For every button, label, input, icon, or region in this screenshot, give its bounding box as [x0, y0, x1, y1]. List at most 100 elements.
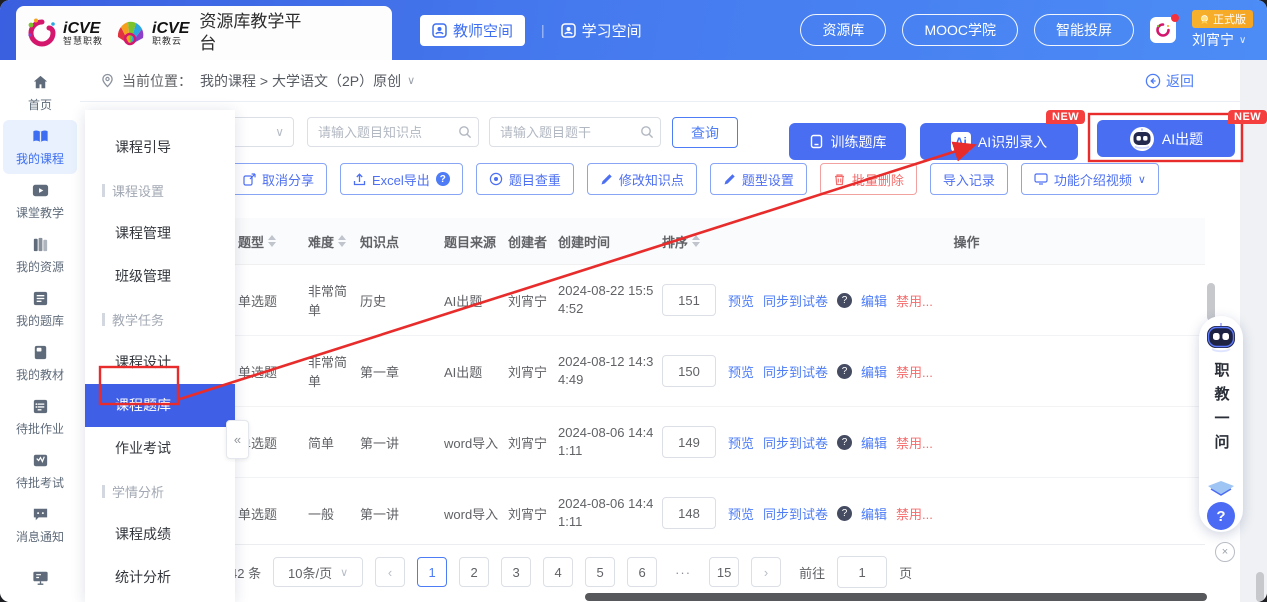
- duplicate-check-button[interactable]: 题目查重: [476, 163, 574, 195]
- action-sync-to-paper[interactable]: 同步到试卷: [763, 504, 828, 523]
- smart-cast-button[interactable]: 智能投屏: [1034, 14, 1134, 46]
- menu-item-course-grades[interactable]: 课程成绩: [85, 513, 235, 556]
- page-button-5[interactable]: 5: [585, 557, 615, 587]
- cancel-share-icon: [243, 173, 256, 186]
- menu-item-course-design[interactable]: 课程设计: [85, 341, 235, 384]
- question-stem-input[interactable]: [489, 117, 661, 147]
- action-sync-to-paper[interactable]: 同步到试卷: [763, 291, 828, 310]
- action-disable[interactable]: 禁用...: [896, 291, 933, 310]
- sync-help-icon[interactable]: ?: [837, 364, 852, 379]
- sync-help-icon[interactable]: ?: [837, 435, 852, 450]
- action-disable[interactable]: 禁用...: [896, 504, 933, 523]
- assistant-widget[interactable]: 职教一问 ?: [1199, 316, 1243, 532]
- assistant-close-button[interactable]: ×: [1215, 542, 1235, 562]
- table-vertical-scrollbar[interactable]: [1207, 283, 1215, 321]
- page-button-15[interactable]: 15: [709, 557, 739, 587]
- action-disable[interactable]: 禁用...: [896, 362, 933, 381]
- sort-icon[interactable]: [268, 235, 276, 247]
- action-sync-to-paper[interactable]: 同步到试卷: [763, 362, 828, 381]
- col-difficulty[interactable]: 难度: [300, 232, 352, 251]
- col-order[interactable]: 排序: [654, 232, 720, 251]
- order-input[interactable]: [662, 426, 716, 458]
- action-preview[interactable]: 预览: [728, 291, 754, 310]
- action-edit[interactable]: 编辑: [861, 433, 887, 452]
- nav-student-space[interactable]: 学习空间: [561, 20, 642, 41]
- sidebar-item-messages[interactable]: 消息通知: [0, 498, 80, 552]
- page-button-6[interactable]: 6: [627, 557, 657, 587]
- breadcrumb-path[interactable]: 我的课程 > 大学语文（2P）原创 ∨: [200, 71, 415, 91]
- cancel-share-button[interactable]: 取消分享: [230, 163, 327, 195]
- sort-icon[interactable]: [338, 235, 346, 247]
- training-bank-button[interactable]: 训练题库: [789, 123, 906, 160]
- cell-knowledge: 第一章: [352, 362, 436, 381]
- ai-question-gen-button[interactable]: AI出题: [1097, 120, 1235, 157]
- sidebar-item-classroom-teaching[interactable]: 课堂教学: [0, 174, 80, 228]
- menu-item-homework-exam[interactable]: 作业考试: [85, 427, 235, 470]
- action-disable[interactable]: 禁用...: [896, 433, 933, 452]
- cell-created: 2024-08-12 14:34:49: [550, 353, 654, 389]
- action-preview[interactable]: 预览: [728, 433, 754, 452]
- page-button-1[interactable]: 1: [417, 557, 447, 587]
- type-setting-button[interactable]: 题型设置: [710, 163, 807, 195]
- order-input[interactable]: [662, 497, 716, 529]
- action-edit[interactable]: 编辑: [861, 291, 887, 310]
- goto-page-input[interactable]: [837, 556, 887, 588]
- menu-item-course-management[interactable]: 课程管理: [85, 212, 235, 255]
- sidebar-item-my-question-bank[interactable]: 我的题库: [0, 282, 80, 336]
- back-button[interactable]: 返回: [1145, 71, 1194, 91]
- excel-export-button[interactable]: Excel导出 ?: [340, 163, 463, 195]
- sidebar-item-my-resources[interactable]: 我的资源: [0, 228, 80, 282]
- sync-help-icon[interactable]: ?: [837, 293, 852, 308]
- sidebar-item-home[interactable]: 首页: [0, 66, 80, 120]
- query-button[interactable]: 查询: [672, 117, 738, 148]
- horizontal-scrollbar[interactable]: [585, 593, 1207, 601]
- menu-item-statistics[interactable]: 统计分析: [85, 556, 235, 599]
- col-type[interactable]: 题型: [230, 232, 300, 251]
- import-record-button[interactable]: 导入记录: [930, 163, 1008, 195]
- page-size-select[interactable]: 10条/页 ∨: [273, 557, 363, 587]
- page-vertical-scrollbar[interactable]: [1256, 572, 1264, 602]
- help-button[interactable]: ?: [1207, 502, 1235, 530]
- batch-delete-button[interactable]: 批量删除: [820, 163, 917, 195]
- sidebar-item-screen[interactable]: [0, 552, 80, 602]
- row-actions: 预览 同步到试卷 ? 编辑 禁用...: [720, 291, 1205, 310]
- sync-help-icon[interactable]: ?: [837, 506, 852, 521]
- action-preview[interactable]: 预览: [728, 362, 754, 381]
- mooc-button[interactable]: MOOC学院: [902, 14, 1018, 46]
- intro-video-button[interactable]: 功能介绍视频 ∨: [1021, 163, 1159, 195]
- menu-item-class-management[interactable]: 班级管理: [85, 255, 235, 298]
- excel-help-icon[interactable]: ?: [436, 172, 450, 186]
- menu-item-course-guide[interactable]: 课程引导: [85, 126, 235, 169]
- next-page-button[interactable]: ›: [751, 557, 781, 587]
- sidebar-item-my-textbooks[interactable]: 我的教材: [0, 336, 80, 390]
- action-preview[interactable]: 预览: [728, 504, 754, 523]
- menu-collapse-handle[interactable]: «: [226, 420, 249, 459]
- goto-unit: 页: [899, 563, 912, 582]
- knowledge-point-input[interactable]: [307, 117, 479, 147]
- sidebar-item-label: 待批考试: [16, 474, 64, 491]
- location-pin-icon: [100, 73, 115, 88]
- left-sidebar: 首页 我的课程 课堂教学 我的资源 我的题库 我的教材 待批作业 待批考试: [0, 60, 80, 602]
- app-shortcut-icon[interactable]: [1150, 17, 1176, 43]
- sort-icon[interactable]: [692, 235, 700, 247]
- order-input[interactable]: [662, 284, 716, 316]
- trash-icon: [833, 173, 846, 186]
- edit-knowledge-button[interactable]: 修改知识点: [587, 163, 697, 195]
- page-button-3[interactable]: 3: [501, 557, 531, 587]
- nav-teacher-space[interactable]: 教师空间: [420, 15, 525, 46]
- page-button-2[interactable]: 2: [459, 557, 489, 587]
- sidebar-item-pending-homework[interactable]: 待批作业: [0, 390, 80, 444]
- action-edit[interactable]: 编辑: [861, 362, 887, 381]
- breadcrumb: 当前位置： 我的课程 > 大学语文（2P）原创 ∨ 返回: [80, 60, 1240, 102]
- menu-item-course-question-bank[interactable]: 课程题库: [85, 384, 235, 427]
- sidebar-item-my-courses[interactable]: 我的课程: [3, 120, 77, 174]
- resource-lib-button[interactable]: 资源库: [800, 14, 886, 46]
- action-edit[interactable]: 编辑: [861, 504, 887, 523]
- page-button-4[interactable]: 4: [543, 557, 573, 587]
- sidebar-item-pending-exams[interactable]: 待批考试: [0, 444, 80, 498]
- prev-page-button[interactable]: ‹: [375, 557, 405, 587]
- order-input[interactable]: [662, 355, 716, 387]
- action-sync-to-paper[interactable]: 同步到试卷: [763, 433, 828, 452]
- user-menu[interactable]: 正式版 刘宵宁 ∨: [1192, 10, 1253, 50]
- ai-recognition-button[interactable]: Ai AI识别录入: [920, 123, 1078, 160]
